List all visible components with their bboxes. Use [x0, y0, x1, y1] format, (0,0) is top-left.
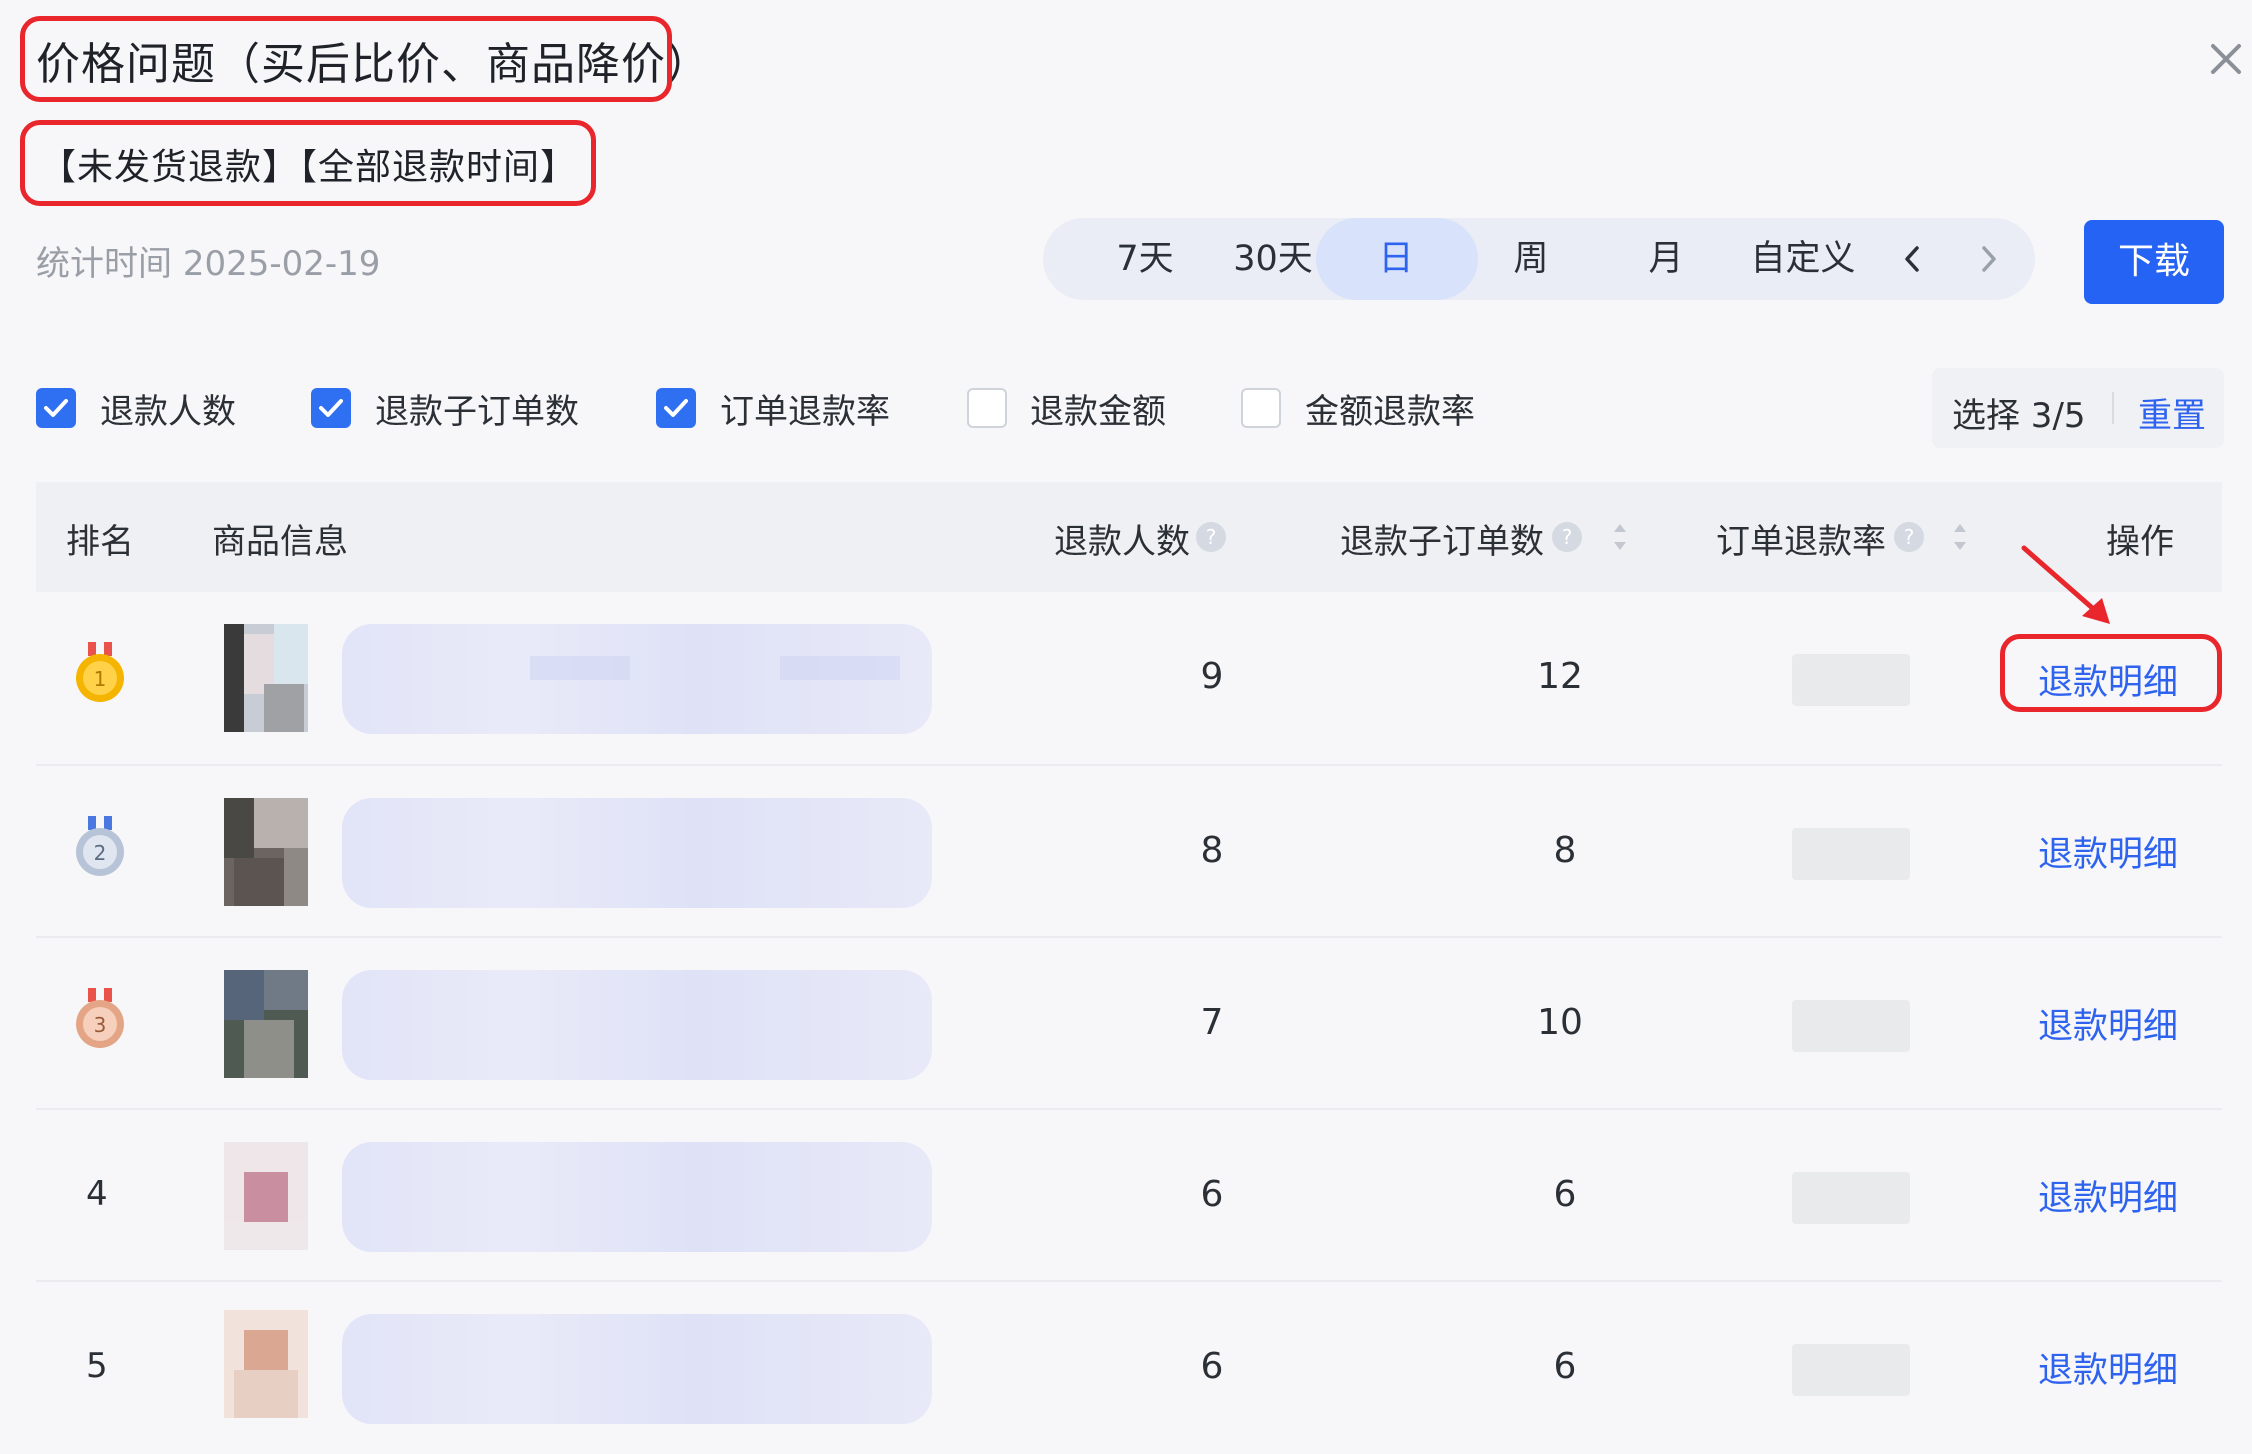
- reset-link[interactable]: 重置: [2138, 388, 2206, 437]
- svg-text:3: 3: [94, 1013, 107, 1037]
- tab-day[interactable]: 日: [1346, 218, 1446, 300]
- redacted-bar: [780, 656, 900, 680]
- help-icon[interactable]: ?: [1894, 522, 1924, 552]
- annotation-box-action: [2000, 634, 2222, 712]
- chevron-right-icon[interactable]: [1968, 218, 2008, 300]
- svg-text:2: 2: [94, 841, 107, 865]
- stat-time-label: 统计时间: [36, 244, 172, 284]
- product-info-redacted: [342, 1142, 932, 1252]
- sort-icon[interactable]: [1612, 520, 1628, 554]
- tab-custom[interactable]: 自定义: [1738, 218, 1868, 300]
- checkbox-label: 退款人数: [100, 392, 236, 432]
- header-product: 商品信息: [212, 522, 348, 562]
- chevron-left-icon[interactable]: [1893, 218, 1933, 300]
- tab-month[interactable]: 月: [1616, 218, 1716, 300]
- product-thumbnail: [224, 970, 308, 1078]
- rank-number: 5: [86, 1346, 108, 1386]
- refund-suborders-value: 8: [1553, 830, 1577, 871]
- checkbox-label: 退款金额: [1030, 392, 1166, 432]
- order-refund-rate-redacted: [1792, 1344, 1910, 1396]
- checkbox-label: 金额退款率: [1305, 392, 1475, 432]
- tab-week[interactable]: 周: [1481, 218, 1581, 300]
- product-thumbnail: [224, 1310, 308, 1418]
- refund-suborders-value: 6: [1553, 1346, 1577, 1387]
- close-icon[interactable]: [2205, 38, 2247, 80]
- sort-icon[interactable]: [1952, 520, 1968, 554]
- help-icon[interactable]: ?: [1552, 522, 1582, 552]
- refund-people-value: 7: [1200, 1002, 1224, 1043]
- refund-suborders-value: 12: [1537, 656, 1583, 697]
- tab-7d[interactable]: 7天: [1095, 218, 1195, 300]
- header-order-refund-rate[interactable]: 订单退款率: [1716, 514, 1886, 563]
- checkbox-label: 订单退款率: [720, 392, 890, 432]
- checkbox-refund-amount[interactable]: [967, 388, 1007, 428]
- refund-detail-link[interactable]: 退款明细: [2038, 826, 2178, 877]
- header-refund-people[interactable]: 退款人数: [1054, 514, 1190, 563]
- tab-30d[interactable]: 30天: [1218, 218, 1328, 300]
- header-refund-suborders[interactable]: 退款子订单数: [1340, 514, 1544, 563]
- divider: [2112, 392, 2114, 424]
- order-refund-rate-redacted: [1792, 1172, 1910, 1224]
- product-info-redacted: [342, 1314, 932, 1424]
- selection-summary: 选择 3/5 重置: [1932, 368, 2224, 448]
- refund-detail-link[interactable]: 退款明细: [2038, 1170, 2178, 1221]
- product-thumbnail: [224, 1142, 308, 1250]
- time-range-segmented-control: 7天 30天 日 周 月 自定义: [1043, 218, 2035, 300]
- refund-suborders-value: 10: [1537, 1002, 1583, 1043]
- refund-detail-link[interactable]: 退款明细: [2038, 998, 2178, 1049]
- annotation-box-title: [20, 16, 672, 102]
- stat-time-date: 2025-02-19: [182, 244, 381, 284]
- checkbox-amount-refund-rate[interactable]: [1241, 388, 1281, 428]
- order-refund-rate-redacted: [1792, 1000, 1910, 1052]
- help-icon[interactable]: ?: [1196, 522, 1226, 552]
- bronze-medal-icon: 3: [74, 988, 126, 1050]
- checkbox-order-refund-rate[interactable]: [656, 388, 696, 428]
- product-info-redacted: [342, 798, 932, 908]
- refund-people-value: 9: [1200, 656, 1224, 697]
- product-thumbnail: [224, 798, 308, 906]
- checkbox-refund-people[interactable]: [36, 388, 76, 428]
- download-button[interactable]: 下载: [2084, 220, 2224, 304]
- refund-people-value: 6: [1200, 1174, 1224, 1215]
- refund-suborders-value: 6: [1553, 1174, 1577, 1215]
- refund-detail-link[interactable]: 退款明细: [2038, 1342, 2178, 1393]
- checkbox-label: 退款子订单数: [375, 392, 579, 432]
- rank-number: 4: [86, 1174, 108, 1214]
- silver-medal-icon: 2: [74, 816, 126, 878]
- order-refund-rate-redacted: [1792, 828, 1910, 880]
- product-thumbnail: [224, 624, 308, 732]
- annotation-box-subtitle: [20, 120, 596, 206]
- selection-count: 选择 3/5: [1952, 396, 2086, 436]
- refund-people-value: 6: [1200, 1346, 1224, 1387]
- svg-text:1: 1: [94, 667, 107, 691]
- checkbox-refund-suborders[interactable]: [311, 388, 351, 428]
- gold-medal-icon: 1: [74, 642, 126, 704]
- stat-time: 统计时间 2025-02-19: [36, 236, 380, 285]
- header-rank: 排名: [66, 522, 134, 562]
- product-info-redacted: [342, 970, 932, 1080]
- redacted-bar: [530, 656, 630, 680]
- order-refund-rate-redacted: [1792, 654, 1910, 706]
- refund-people-value: 8: [1200, 830, 1224, 871]
